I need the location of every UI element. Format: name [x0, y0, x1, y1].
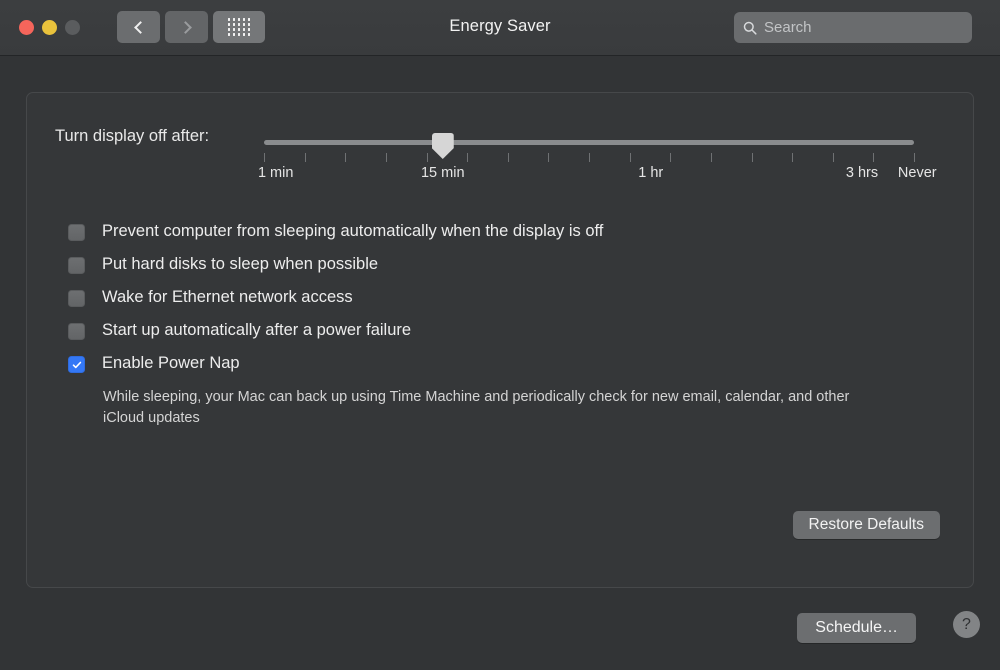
slider-track[interactable] [264, 140, 914, 145]
checkbox-row-wake-for-ethernet[interactable]: Wake for Ethernet network access [68, 287, 948, 320]
slider-tick [629, 153, 631, 162]
slider-tick [507, 153, 509, 162]
slider-tick [589, 153, 590, 162]
slider-tick [832, 153, 834, 162]
checkbox-row-enable-power-nap[interactable]: Enable Power Nap [68, 353, 948, 386]
checkbox-label-start-up-after-power-failure: Start up automatically after a power fai… [102, 321, 412, 339]
restore-defaults-button[interactable]: Restore Defaults [792, 511, 940, 539]
checkbox-wake-for-ethernet[interactable] [68, 290, 85, 307]
checkbox-put-hard-disks-to-sleep[interactable] [68, 257, 85, 274]
search-icon [743, 21, 757, 35]
schedule-button[interactable]: Schedule… [797, 613, 916, 643]
energy-saver-window: Energy Saver Search Turn display off aft… [0, 0, 1000, 670]
slider-tick-label-4: Never [897, 165, 937, 181]
slider-tick [385, 153, 387, 162]
slider-tick [670, 153, 672, 162]
checkbox-prevent-computer-sleeping[interactable] [68, 224, 85, 241]
checkbox-enable-power-nap[interactable] [68, 356, 85, 373]
slider-tick [914, 153, 915, 162]
checkbox-label-enable-power-nap: Enable Power Nap [102, 354, 240, 372]
display-sleep-label: Turn display off after: [55, 127, 210, 145]
help-button[interactable]: ? [953, 611, 980, 638]
search-placeholder: Search [764, 19, 812, 36]
slider-tick [751, 153, 753, 162]
slider-tick [345, 153, 347, 162]
slider-tick [792, 153, 794, 162]
checkbox-row-start-up-after-power-failure[interactable]: Start up automatically after a power fai… [68, 320, 948, 353]
slider-tick [467, 153, 469, 162]
checkmark-icon [72, 361, 81, 368]
display-sleep-slider[interactable]: 1 min 15 min 1 hr 3 hrs Never [258, 133, 937, 203]
energy-options-list: Prevent computer from sleeping automatic… [68, 221, 948, 429]
slider-tick [426, 153, 428, 162]
power-nap-description: While sleeping, your Mac can back up usi… [103, 389, 850, 426]
checkbox-start-up-after-power-failure[interactable] [68, 323, 85, 340]
slider-tick-label-0: 1 min [257, 165, 294, 181]
energy-settings-pane: Turn display off after: 1 min 15 min 1 hr 3… [26, 92, 974, 588]
slider-tick [264, 153, 265, 162]
slider-tick-labels: 1 min 15 min 1 hr 3 hrs Never [258, 165, 937, 187]
slider-tick-label-2: 1 hr [638, 165, 664, 181]
slider-tick [548, 153, 550, 162]
checkbox-label-wake-for-ethernet: Wake for Ethernet network access [102, 288, 353, 306]
preferences-content: Turn display off after: 1 min 15 min 1 hr 3… [0, 56, 1000, 670]
window-titlebar: Energy Saver Search [0, 0, 1000, 56]
slider-tick-label-3: 3 hrs [845, 165, 879, 181]
slider-tick-marks [264, 153, 915, 162]
slider-tick-label-1: 15 min [420, 165, 465, 181]
checkbox-row-prevent-computer-sleeping[interactable]: Prevent computer from sleeping automatic… [68, 221, 948, 254]
checkbox-row-put-hard-disks-to-sleep[interactable]: Put hard disks to sleep when possible [68, 254, 948, 287]
checkbox-label-prevent-computer-sleeping: Prevent computer from sleeping automatic… [102, 222, 604, 240]
slider-tick [873, 153, 875, 162]
slider-tick [304, 153, 306, 162]
search-input[interactable]: Search [734, 12, 972, 43]
slider-tick [710, 153, 712, 162]
checkbox-label-put-hard-disks-to-sleep: Put hard disks to sleep when possible [102, 255, 379, 273]
